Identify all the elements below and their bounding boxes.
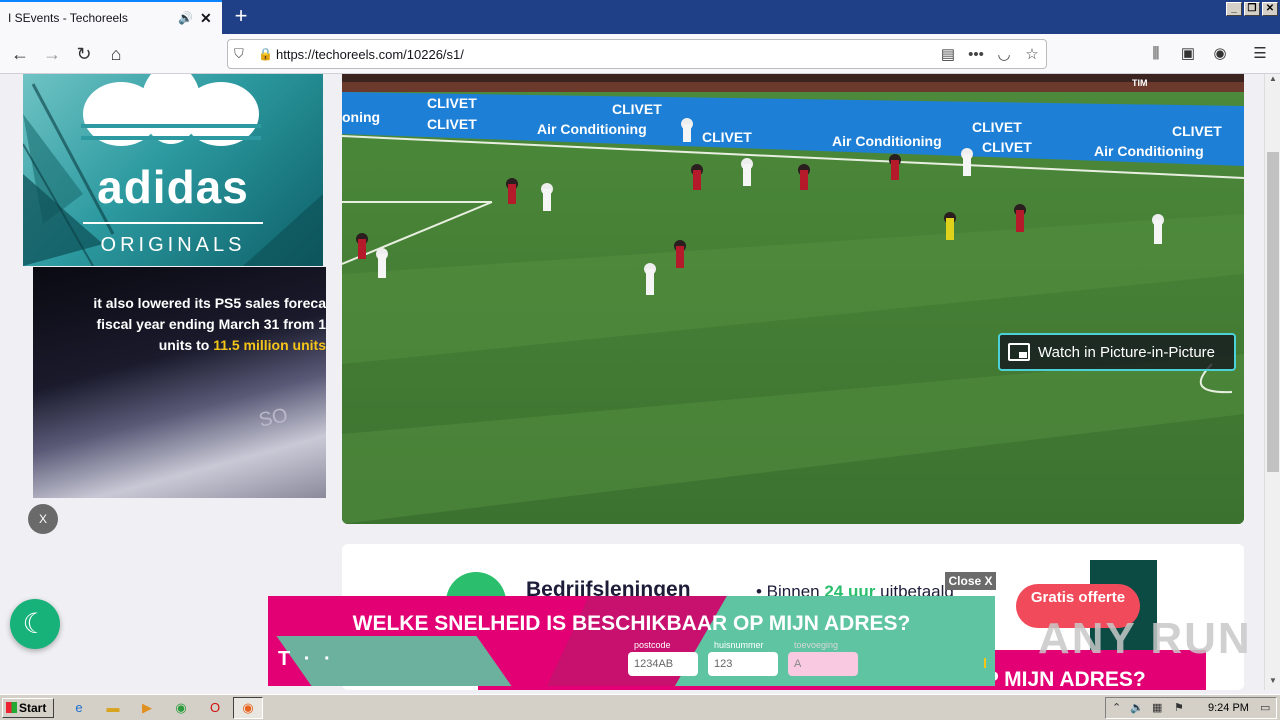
reload-icon[interactable]: ↻ [70,40,98,68]
url-text[interactable]: https://techoreels.com/10226/s1/ [276,47,934,62]
huisnummer-label: huisnummer [714,640,764,650]
ps5-news-ad[interactable]: it also lowered its PS5 sales foreca fis… [33,267,326,498]
video-player[interactable]: CLIVET oning CLIVET Air Conditioning CLI… [342,74,1244,524]
flag-icon[interactable]: ⚑ [1174,701,1184,714]
adidas-subline: ORIGINALS [100,234,246,256]
more-actions-icon[interactable]: ••• [962,46,990,63]
ps5-caption-line-3: units to 11.5 million units [159,337,326,353]
football-match-frame: CLIVET oning CLIVET Air Conditioning CLI… [342,74,1244,524]
close-ad-button[interactable]: X [28,504,58,534]
picture-in-picture-icon [1008,343,1030,361]
library-icon[interactable]: ⫼ [1142,40,1170,68]
page-content: adidas ORIGINALS it also lowered its PS5… [0,74,1264,690]
tray-arrow-icon[interactable]: ⌃ [1112,701,1121,714]
pocket-icon[interactable]: ◡ [990,45,1018,63]
minimize-button[interactable]: _ [1226,2,1242,16]
board-tim: TIM [1132,78,1148,88]
start-button[interactable]: Start [2,698,54,718]
adidas-wordmark: adidas [97,161,249,213]
toevoeging-field[interactable]: A [788,652,858,676]
taskbar: Start e ▬ ▶ ◉ O ◉ ⌃ 🔉 ▦ ⚑ 9:24 PM ▭ [0,694,1280,720]
account-icon[interactable]: ◉ [1206,40,1234,68]
nav-bar: ← → ↻ ⌂ ⛉ 🔒 https://techoreels.com/10226… [0,34,1280,74]
board-clivet-6: CLIVET [982,139,1032,155]
tab-title: I SEvents - Techoreels [8,11,128,25]
opera-icon[interactable]: O [206,699,224,717]
pip-button[interactable]: Watch in Picture-in-Picture [998,333,1236,371]
new-tab-button[interactable]: + [228,4,254,30]
volume-icon[interactable]: 🔉 [1130,701,1144,714]
board-clivet-1: CLIVET [427,95,477,111]
taskbar-firefox-active[interactable]: ◉ [233,697,263,719]
board-clivet-2: CLIVET [427,116,477,132]
ie-icon[interactable]: e [70,699,88,717]
board-clivet-3: CLIVET [612,101,662,117]
anyrun-watermark: ANY RUN [1038,614,1252,663]
tab-strip: I SEvents - Techoreels 🔊 ✕ + _ ❐ ✕ [0,0,1280,34]
bookmark-star-icon[interactable]: ☆ [1018,45,1046,63]
window-controls: _ ❐ ✕ [1226,2,1278,16]
postcode-field[interactable]: 1234AB [628,652,698,676]
shield-icon[interactable]: ⛉ [234,46,258,62]
adidas-ad[interactable]: adidas ORIGINALS [23,74,323,266]
network-icon[interactable]: ▦ [1152,701,1162,714]
system-tray: ⌃ 🔉 ▦ ⚑ 9:24 PM ▭ [1105,697,1277,719]
lock-icon[interactable]: 🔒 [258,47,276,61]
ps5-caption-to: to [196,337,210,353]
speaker-icon[interactable]: 🔊 [178,11,194,25]
board-clivet-7: CLIVET [1172,123,1222,139]
board-clivet-5: CLIVET [972,119,1022,135]
close-window-button[interactable]: ✕ [1262,2,1278,16]
page-scrollbar[interactable]: ▲ ▼ [1264,74,1280,690]
clock[interactable]: 9:24 PM [1208,702,1249,714]
toevoeging-label: toevoeging [794,640,839,650]
adidas-trefoil-icon [81,74,261,146]
media-player-icon[interactable]: ▶ [138,699,156,717]
reader-view-icon[interactable]: ▤ [934,45,962,63]
telekom-ad[interactable]: T · · WELKE SNELHEID IS BESCHIKBAAR OP M… [268,596,995,686]
scroll-down-icon[interactable]: ▼ [1265,676,1280,690]
postcode-label: postcode [634,640,671,650]
telekom-cursor [984,658,986,668]
back-icon[interactable]: ← [6,40,34,68]
board-air-2: Air Conditioning [832,133,942,149]
board-air-3: Air Conditioning [1094,143,1204,159]
show-desktop-icon[interactable]: ▭ [1260,701,1270,714]
ps5-caption-line-1: it also lowered its PS5 sales foreca [93,295,326,311]
url-bar[interactable]: ⛉ 🔒 https://techoreels.com/10226/s1/ ▤ •… [227,39,1047,69]
ps5-caption-figure: 11.5 million units [213,337,326,353]
board-clivet-4: CLIVET [702,129,752,145]
ps5-console-logo: SO [256,404,290,432]
chrome-icon[interactable]: ◉ [172,699,190,717]
sidebar-icon[interactable]: ▣ [1174,40,1202,68]
ps5-caption-units: units [158,337,193,353]
firefox-icon[interactable]: ◉ [239,699,257,717]
close-ad-x-button[interactable]: Close X [945,572,996,590]
tab-active[interactable]: I SEvents - Techoreels 🔊 ✕ [0,0,222,34]
pip-label: Watch in Picture-in-Picture [1038,343,1215,361]
scroll-thumb[interactable] [1267,152,1279,472]
restore-button[interactable]: ❐ [1244,2,1260,16]
scroll-up-icon[interactable]: ▲ [1265,74,1280,88]
huisnummer-field[interactable]: 123 [708,652,778,676]
home-icon[interactable]: ⌂ [102,40,130,68]
board-oning: oning [342,109,380,125]
dark-mode-toggle-icon[interactable]: ☾ [10,599,60,649]
board-air-1: Air Conditioning [537,121,647,137]
folder-icon[interactable]: ▬ [104,699,122,717]
divider [83,222,263,224]
ps5-caption-line-2: fiscal year ending March 31 from 1 [96,316,326,332]
tab-close-icon[interactable]: ✕ [200,10,216,27]
telekom-headline: WELKE SNELHEID IS BESCHIKBAAR OP MIJN AD… [352,612,911,635]
telekom-logo: T · · [278,648,335,670]
forward-icon[interactable]: → [38,40,66,68]
menu-icon[interactable]: ☰ [1246,40,1274,68]
